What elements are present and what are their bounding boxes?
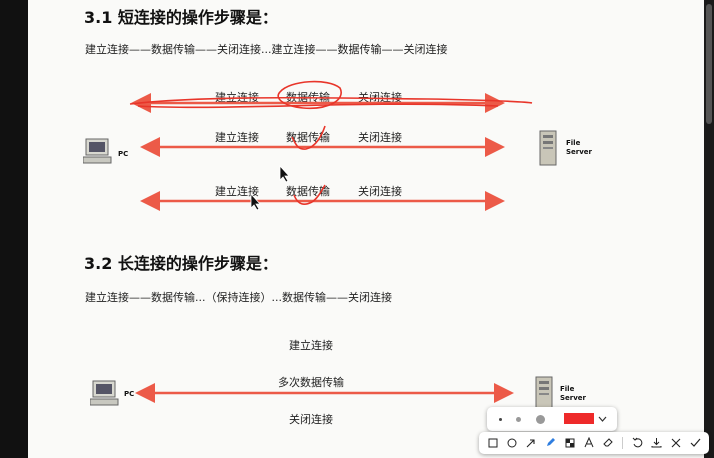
large-dot-size[interactable] xyxy=(533,412,547,426)
ellipse-icon[interactable] xyxy=(507,438,517,448)
arrow-icon[interactable] xyxy=(526,438,536,448)
diagram-overlay xyxy=(129,80,533,403)
scroll-thumb[interactable] xyxy=(706,4,712,124)
annotation-tools-toolbar xyxy=(479,432,709,454)
rectangle-icon[interactable] xyxy=(488,438,498,448)
small-dot-icon xyxy=(498,417,502,421)
eraser-icon[interactable] xyxy=(603,437,614,448)
pen-icon[interactable] xyxy=(545,437,556,448)
document-page: 3.1 短连接的操作步骤是： 建立连接——数据传输——关闭连接...建立连接——… xyxy=(28,0,704,458)
ink-circle xyxy=(277,80,342,110)
mouse-cursor-icon xyxy=(250,193,261,211)
medium-dot-icon xyxy=(515,416,521,422)
chevron-down-icon[interactable] xyxy=(598,415,607,423)
mouse-cursor-icon xyxy=(279,165,290,183)
scrollbar[interactable] xyxy=(704,0,714,458)
color-swatch[interactable] xyxy=(564,413,594,424)
text-icon[interactable] xyxy=(584,437,594,448)
medium-dot-size[interactable] xyxy=(513,414,523,424)
close-icon[interactable] xyxy=(671,438,681,448)
mosaic-icon[interactable] xyxy=(565,438,575,448)
undo-icon[interactable] xyxy=(632,437,643,448)
confirm-icon[interactable] xyxy=(690,438,701,448)
large-dot-icon xyxy=(535,414,545,424)
ink-check-1 xyxy=(291,125,326,150)
pen-options-toolbar xyxy=(487,407,617,431)
download-icon[interactable] xyxy=(651,437,662,448)
small-dot-size[interactable] xyxy=(495,414,505,424)
toolbar-divider xyxy=(622,437,623,449)
